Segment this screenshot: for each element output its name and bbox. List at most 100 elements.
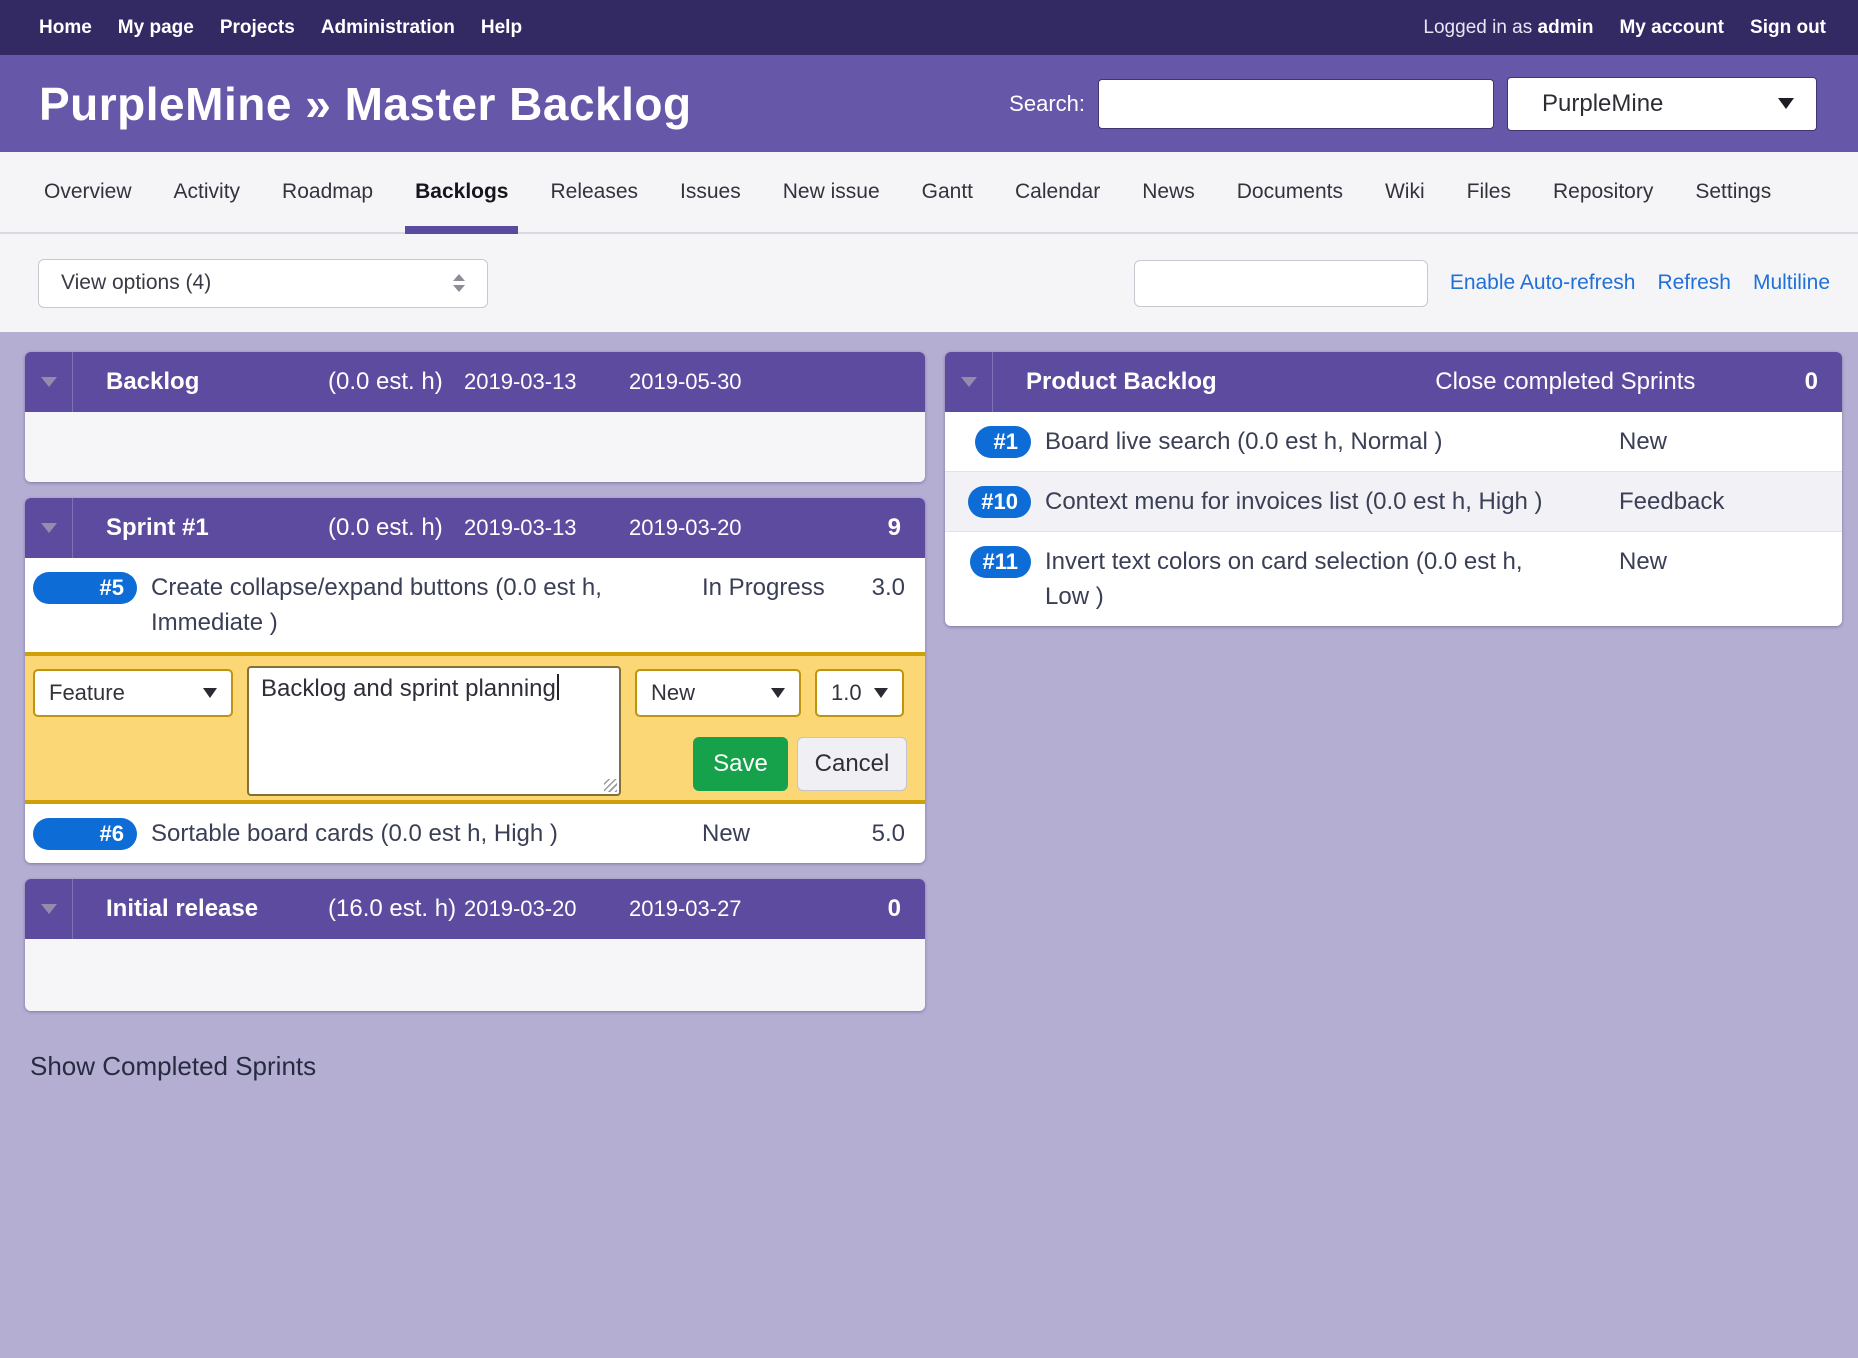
issue-row-10[interactable]: #10 Context menu for invoices list (0.0 …	[945, 471, 1842, 531]
toolbar-right: Enable Auto-refresh Refresh Multiline	[1134, 260, 1830, 307]
issue-title: Sortable board cards (0.0 est h, High )	[151, 816, 702, 851]
collapse-toggle-icon[interactable]	[25, 879, 72, 939]
top-menu-help[interactable]: Help	[481, 17, 522, 39]
section-start-date[interactable]: 2019-03-20	[464, 896, 629, 922]
tab-gantt[interactable]: Gantt	[922, 152, 973, 232]
section-product-backlog: Product Backlog Close completed Sprints …	[945, 352, 1842, 626]
issue-row-5[interactable]: #5 Create collapse/expand buttons (0.0 e…	[25, 558, 925, 652]
section-initial-release: Initial release (16.0 est. h) 2019-03-20…	[25, 879, 925, 1011]
issue-row-1[interactable]: #1 Board live search (0.0 est h, Normal …	[945, 412, 1842, 471]
tab-calendar[interactable]: Calendar	[1015, 152, 1100, 232]
select-arrows-icon	[453, 274, 465, 292]
section-title: Product Backlog	[1026, 368, 1326, 396]
logged-in-username: admin	[1538, 17, 1594, 38]
tab-documents[interactable]: Documents	[1237, 152, 1343, 232]
section-title: Initial release	[106, 895, 328, 923]
issue-id-link[interactable]: #5	[33, 572, 137, 604]
tab-news[interactable]: News	[1142, 152, 1195, 232]
collapse-toggle-icon[interactable]	[945, 352, 992, 412]
header-divider	[72, 352, 73, 412]
collapse-toggle-icon[interactable]	[25, 352, 72, 412]
subject-textarea[interactable]: Backlog and sprint planning	[247, 666, 621, 796]
top-menu-administration[interactable]: Administration	[321, 17, 455, 39]
section-sprint-1: Sprint #1 (0.0 est. h) 2019-03-13 2019-0…	[25, 498, 925, 863]
issue-id-link[interactable]: #10	[968, 486, 1031, 518]
sign-out-link[interactable]: Sign out	[1750, 17, 1826, 39]
tab-overview[interactable]: Overview	[44, 152, 132, 232]
refresh-link[interactable]: Refresh	[1657, 271, 1731, 295]
tab-activity[interactable]: Activity	[174, 152, 241, 232]
issue-status: Feedback	[1619, 484, 1834, 519]
tab-files[interactable]: Files	[1467, 152, 1511, 232]
status-value: New	[651, 680, 695, 706]
chevron-down-icon	[771, 688, 785, 698]
issue-story-points[interactable]: 5.0	[837, 816, 905, 851]
enable-auto-refresh-link[interactable]: Enable Auto-refresh	[1450, 271, 1636, 295]
backlogs-board: Backlog (0.0 est. h) 2019-03-13 2019-05-…	[0, 332, 1858, 1358]
issue-title: Create collapse/expand buttons (0.0 est …	[151, 570, 702, 640]
status-select[interactable]: New	[635, 669, 801, 717]
toolbar-filter-input[interactable]	[1134, 260, 1428, 307]
points-value: 1.0	[831, 680, 862, 706]
tab-issues[interactable]: Issues	[680, 152, 741, 232]
issue-id-link[interactable]: #11	[970, 546, 1032, 578]
tab-roadmap[interactable]: Roadmap	[282, 152, 373, 232]
tracker-value: Feature	[49, 680, 125, 706]
page-title: PurpleMine » Master Backlog	[39, 77, 692, 131]
section-end-date[interactable]: 2019-03-20	[629, 515, 794, 541]
tracker-select[interactable]: Feature	[33, 669, 233, 717]
section-end-date[interactable]: 2019-03-27	[629, 896, 794, 922]
tab-settings[interactable]: Settings	[1695, 152, 1771, 232]
save-button[interactable]: Save	[693, 737, 788, 791]
cancel-button[interactable]: Cancel	[797, 737, 907, 791]
chevron-down-icon	[1778, 98, 1794, 109]
issue-title: Context menu for invoices list (0.0 est …	[1045, 484, 1619, 519]
top-menu-left: Home My page Projects Administration Hel…	[39, 17, 522, 39]
issue-badge-zone: #11	[953, 544, 1031, 578]
close-completed-sprints-link[interactable]: Close completed Sprints	[1326, 368, 1805, 396]
issue-badge-zone: #5	[33, 570, 137, 604]
top-menu-projects[interactable]: Projects	[220, 17, 295, 39]
header-divider	[72, 498, 73, 558]
product-backlog-header: Product Backlog Close completed Sprints …	[945, 352, 1842, 412]
project-jump-value: PurpleMine	[1542, 90, 1663, 118]
section-title: Sprint #1	[106, 514, 328, 542]
show-completed-sprints-link[interactable]: Show Completed Sprints	[30, 1051, 316, 1082]
story-points-total: 0	[1805, 368, 1818, 396]
issue-status: New	[1619, 424, 1834, 459]
view-options-select[interactable]: View options (4)	[38, 259, 488, 308]
issue-id-link[interactable]: #6	[33, 818, 137, 850]
tab-new-issue[interactable]: New issue	[783, 152, 880, 232]
collapse-toggle-icon[interactable]	[25, 498, 72, 558]
issue-id-link[interactable]: #1	[975, 426, 1031, 458]
issue-row-11[interactable]: #11 Invert text colors on card selection…	[945, 531, 1842, 626]
section-backlog: Backlog (0.0 est. h) 2019-03-13 2019-05-…	[25, 352, 925, 482]
story-points-total: 0	[888, 895, 901, 923]
empty-drop-zone[interactable]	[25, 412, 925, 482]
search-label: Search:	[1009, 91, 1085, 117]
section-start-date[interactable]: 2019-03-13	[464, 515, 629, 541]
logged-in-prefix: Logged in as	[1423, 17, 1532, 38]
issue-story-points[interactable]: 3.0	[837, 570, 905, 605]
section-estimate: (0.0 est. h)	[328, 368, 464, 396]
tab-repository[interactable]: Repository	[1553, 152, 1653, 232]
section-start-date[interactable]: 2019-03-13	[464, 369, 629, 395]
multiline-link[interactable]: Multiline	[1753, 271, 1830, 295]
issue-row-6[interactable]: #6 Sortable board cards (0.0 est h, High…	[25, 804, 925, 863]
search-input[interactable]	[1098, 79, 1494, 129]
top-menu-my-page[interactable]: My page	[118, 17, 194, 39]
top-menu: Home My page Projects Administration Hel…	[0, 0, 1858, 55]
tab-releases[interactable]: Releases	[550, 152, 638, 232]
points-select[interactable]: 1.0	[815, 669, 904, 717]
chevron-down-icon	[203, 688, 217, 698]
sprints-column: Backlog (0.0 est. h) 2019-03-13 2019-05-…	[25, 352, 925, 1082]
my-account-link[interactable]: My account	[1619, 17, 1724, 39]
issue-status: In Progress	[702, 570, 837, 605]
top-menu-home[interactable]: Home	[39, 17, 92, 39]
tab-backlogs[interactable]: Backlogs	[415, 152, 508, 232]
empty-drop-zone[interactable]	[25, 939, 925, 1011]
project-jump-select[interactable]: PurpleMine	[1507, 77, 1817, 131]
section-end-date[interactable]: 2019-05-30	[629, 369, 794, 395]
tab-wiki[interactable]: Wiki	[1385, 152, 1425, 232]
view-options-label: View options (4)	[61, 271, 211, 295]
